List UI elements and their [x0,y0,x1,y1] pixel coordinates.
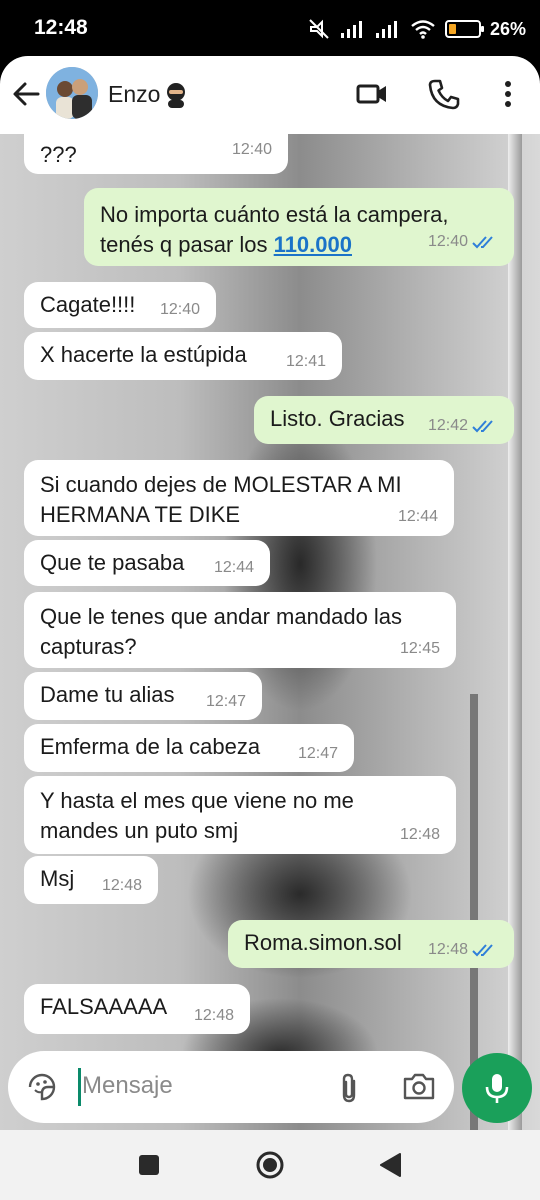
message-time: 12:42 [428,411,498,441]
message-incoming[interactable]: Dame tu alias 12:47 [24,672,262,720]
message-incoming[interactable]: Y hasta el mes que viene no me mandes un… [24,776,456,854]
phone-icon[interactable] [426,76,462,112]
message-incoming[interactable]: Msj 12:48 [24,856,158,904]
status-bar: 12:48 26% [0,0,540,56]
message-text: X hacerte la estúpida [40,342,247,367]
contact-name[interactable]: Enzo [108,81,188,108]
text-cursor [78,1068,81,1106]
message-incoming[interactable]: Que te pasaba 12:44 [24,540,270,586]
message-time: 12:47 [205,693,246,710]
read-ticks-icon [472,420,493,433]
more-vert-icon[interactable] [490,76,526,112]
read-ticks-icon [472,236,493,249]
message-incoming[interactable]: Si cuando dejes de MOLESTAR A MI HERMANA… [24,460,454,536]
message-time: 12:45 [399,640,440,657]
sticker-icon[interactable] [26,1071,58,1103]
home-circle-icon[interactable] [255,1150,285,1180]
read-ticks-icon [472,944,493,957]
message-incoming[interactable]: Emferma de la cabeza 12:47 [24,724,354,772]
message-link[interactable]: 110.000 [274,232,352,257]
message-text: Si cuando dejes de MOLESTAR A MI HERMANA… [40,472,402,527]
chat-messages[interactable]: ??? 12:40 No importa cuánto está la camp… [0,134,540,1130]
mic-icon [485,1074,509,1103]
message-outgoing[interactable]: Roma.simon.sol 12:48 [228,920,514,968]
message-outgoing[interactable]: No importa cuánto está la campera, tenés… [84,188,514,266]
message-time: 12:44 [213,559,254,576]
status-icons: 26% [307,16,526,42]
back-triangle-icon[interactable] [378,1152,404,1178]
recents-square-icon[interactable] [137,1153,161,1177]
ninja-emoji-icon [167,82,186,108]
message-time: 12:47 [297,745,338,762]
camera-icon[interactable] [402,1071,436,1101]
back-arrow-icon[interactable] [8,76,44,112]
message-outgoing[interactable]: Listo. Gracias 12:42 [254,396,514,444]
message-input[interactable]: Mensaje [82,1072,173,1100]
wallpaper-detail [508,134,522,1130]
message-incoming[interactable]: X hacerte la estúpida 12:41 [24,332,342,380]
message-time: 12:48 [101,877,142,894]
battery-icon [444,20,484,38]
system-nav-bar [0,1130,540,1200]
battery-fill [448,24,456,34]
message-time: 12:48 [399,826,440,843]
message-time: 12:44 [397,508,438,525]
status-time: 12:48 [34,16,88,39]
mic-button[interactable] [462,1053,532,1123]
message-time: 12:40 [231,141,272,158]
message-incoming[interactable]: FALSAAAAA 12:48 [24,984,250,1034]
message-text: Y hasta el mes que viene no me mandes un… [40,788,354,843]
video-call-icon[interactable] [354,76,390,112]
message-time: 12:41 [285,353,326,370]
wifi-icon [411,20,435,39]
message-incoming[interactable]: ??? 12:40 [24,134,288,174]
signal-1-icon [340,21,362,38]
message-time: 12:48 [428,935,498,965]
battery-percent: 26% [489,18,526,39]
message-composer[interactable]: Mensaje [8,1051,454,1123]
avatar-photo [46,67,98,119]
message-text: Que le tenes que andar mandado las captu… [40,604,403,659]
mute-icon [309,19,329,39]
message-time: 12:40 [428,227,498,257]
attach-icon[interactable] [336,1071,362,1105]
message-time: 12:40 [159,301,200,318]
message-incoming[interactable]: Cagate!!!! 12:40 [24,282,216,328]
contact-name-text: Enzo [108,81,161,107]
chat-header: Enzo [0,56,540,134]
message-text: Emferma de la cabeza [40,734,261,759]
message-incoming[interactable]: Que le tenes que andar mandado las captu… [24,592,456,668]
avatar[interactable] [46,67,98,119]
message-time: 12:48 [193,1007,234,1024]
signal-2-icon [375,21,397,38]
